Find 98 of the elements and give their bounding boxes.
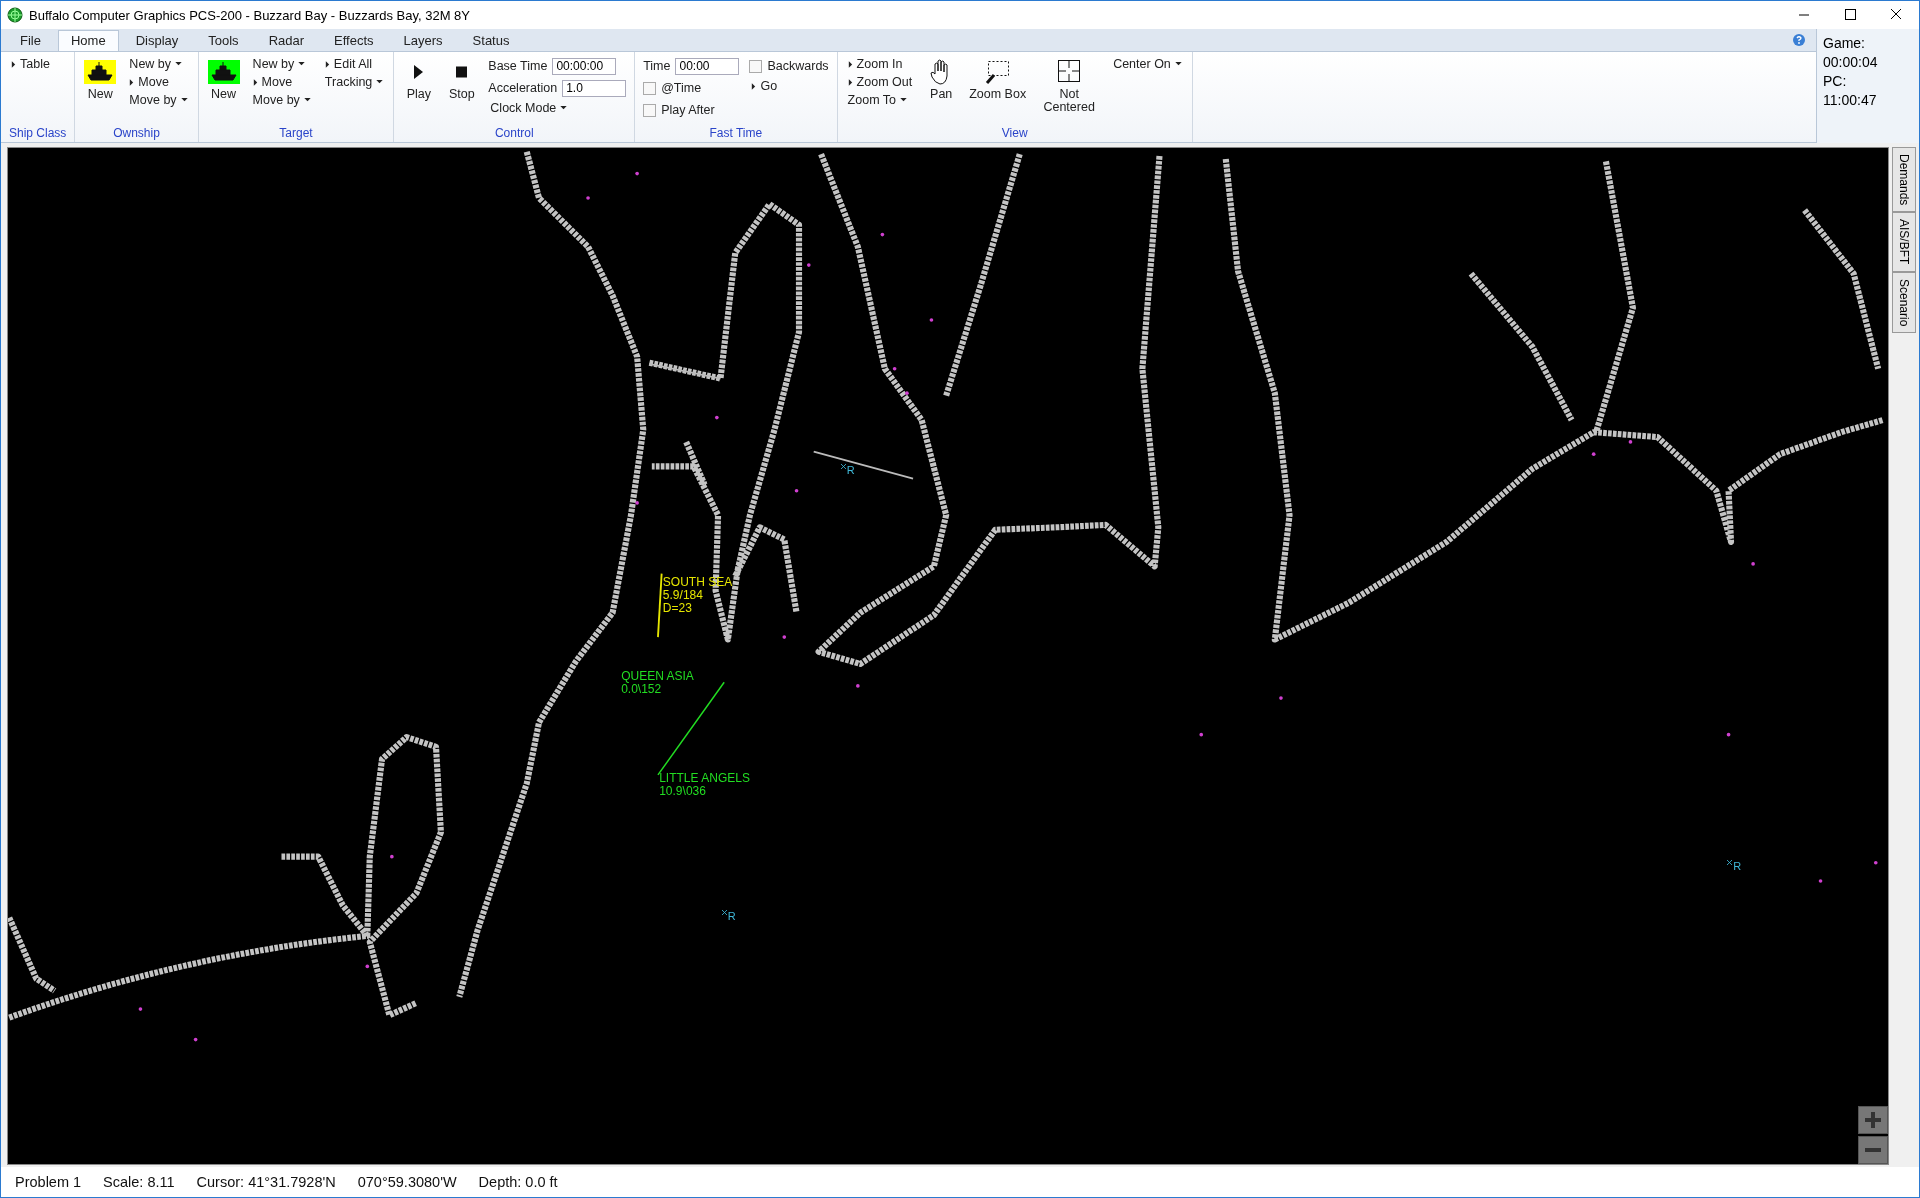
input-field[interactable]: 00:00:00 (552, 57, 617, 75)
zoom-out-button[interactable] (1858, 1136, 1888, 1164)
track-line (657, 572, 663, 638)
stop-icon (456, 65, 468, 79)
arrow-icon (847, 60, 853, 68)
checkbox-label: Backwards (767, 59, 829, 73)
input-field[interactable]: 1.0 (562, 79, 627, 97)
ribbon-tab[interactable]: Radar (255, 30, 318, 51)
clock-text: 11:00:47 (1823, 92, 1878, 108)
group-label: Ownship (112, 125, 161, 140)
dropdown-button[interactable]: Move by (250, 92, 313, 108)
arrow-icon (129, 78, 135, 86)
group-label: View (1000, 125, 1029, 140)
plus-icon (1865, 1112, 1881, 1128)
group-label: Target (278, 125, 314, 140)
group-label: Control (493, 125, 535, 140)
field-label: Time (643, 59, 671, 73)
side-tab[interactable]: Scenario (1892, 271, 1916, 334)
ribbon-button[interactable]: Go (749, 78, 829, 94)
marker-label: R (846, 463, 855, 476)
map-view[interactable]: SOUTH SEA 5.9/184 D=23 QUEEN ASIA 0.0\152 LITTLE ANGELS 10.9\036 R R R (7, 147, 1889, 1165)
dropdown-button[interactable]: Clock Mode (488, 100, 627, 116)
dropdown-button[interactable]: Move by (127, 92, 190, 108)
side-tab[interactable]: Demands (1892, 147, 1916, 213)
ribbon-tab[interactable]: Layers (390, 30, 456, 51)
arrow-icon (847, 78, 853, 86)
ribbon-tab[interactable]: Tools (195, 30, 252, 51)
marker-label: R (1733, 860, 1742, 873)
ribbon-button[interactable]: Table (9, 56, 52, 72)
caret-icon (175, 62, 183, 66)
ribbon-button[interactable]: Edit All (322, 56, 386, 72)
field-label: Acceleration (488, 81, 558, 95)
caret-icon (303, 98, 311, 102)
contact-label: SOUTH SEA (662, 576, 733, 590)
zoom-in-button[interactable] (1858, 1106, 1888, 1134)
caret-icon (298, 62, 306, 66)
clock-text: 00:00:04 (1823, 54, 1879, 70)
status-text: Cursor: 41°31.7928'N (196, 1174, 336, 1190)
checkbox-label: Play After (661, 103, 715, 117)
ribbon-tab[interactable]: Effects (321, 30, 387, 51)
ribbon-button[interactable]: Move (250, 74, 313, 90)
status-text: Problem 1 (15, 1174, 82, 1190)
side-tab[interactable]: AIS/BFT (1892, 212, 1916, 272)
arrow-icon (252, 78, 258, 86)
contact-label: QUEEN ASIA (621, 670, 694, 683)
ribbon-tab[interactable]: Display (122, 30, 192, 51)
large-button[interactable]: New (83, 56, 118, 103)
input-field[interactable]: 00:00 (675, 57, 740, 75)
checkbox[interactable] (643, 103, 657, 117)
radar-icon (7, 7, 23, 23)
contact-label: 5.9/184 (662, 589, 704, 603)
ribbon-button[interactable]: Zoom In (845, 56, 915, 72)
caret-icon (1174, 62, 1182, 66)
contact-label: 10.9\036 (659, 785, 707, 799)
window-title: Buffalo Computer Graphics PCS-200 - Buzzard Bay - Buzzards Bay, 32M 8Y (29, 7, 471, 23)
arrow-icon (11, 60, 16, 68)
group-label: Ship Class (9, 125, 67, 140)
large-button[interactable]: Not Centered (1037, 56, 1102, 116)
large-button[interactable]: Zoom Box (968, 56, 1028, 103)
ribbon-button[interactable]: Zoom Out (845, 74, 915, 90)
cross-icon (1727, 860, 1733, 866)
clock-text: Game: (1823, 35, 1866, 51)
play-icon (413, 65, 425, 79)
contact-label: D=23 (662, 602, 693, 616)
checkbox-label: @Time (661, 81, 702, 95)
arrow-icon (751, 82, 757, 90)
caret-icon (376, 80, 384, 84)
caret-icon (900, 98, 907, 102)
checkbox[interactable] (643, 81, 657, 95)
ribbon-tab[interactable]: Status (459, 30, 523, 51)
large-button[interactable]: Stop (445, 56, 479, 103)
help-icon[interactable] (1792, 33, 1806, 47)
contact-label: 0.0\152 (621, 683, 662, 696)
marker-label: R (727, 910, 736, 923)
status-text: Scale: 8.11 (103, 1174, 175, 1190)
ribbon-tab[interactable]: File (7, 30, 54, 51)
large-button[interactable]: Play (402, 56, 436, 103)
large-button[interactable]: Pan (924, 56, 959, 103)
ribbon-button[interactable]: Move (127, 74, 190, 90)
caret-icon (180, 98, 188, 102)
dropdown-button[interactable]: Tracking (322, 74, 386, 90)
dropdown-button[interactable]: New by (127, 56, 190, 72)
cross-icon (721, 910, 727, 916)
status-text: 070°59.3080'W (357, 1174, 457, 1190)
ribbon-tab[interactable]: Home (57, 30, 119, 51)
cross-icon (840, 463, 846, 469)
checkbox[interactable] (749, 59, 763, 73)
arrow-icon (324, 60, 330, 68)
dropdown-button[interactable]: Center On (1111, 56, 1184, 72)
dropdown-button[interactable]: New by (250, 56, 313, 72)
large-button[interactable]: New (206, 56, 241, 103)
dropdown-button[interactable]: Zoom To (845, 92, 915, 108)
field-label: Base Time (488, 59, 548, 73)
status-text: Depth: 0.0 ft (478, 1174, 558, 1190)
caret-icon (560, 106, 568, 110)
contact-label: LITTLE ANGELS (659, 772, 750, 786)
group-label: Fast Time (708, 125, 764, 140)
clock-text: PC: (1823, 73, 1848, 89)
